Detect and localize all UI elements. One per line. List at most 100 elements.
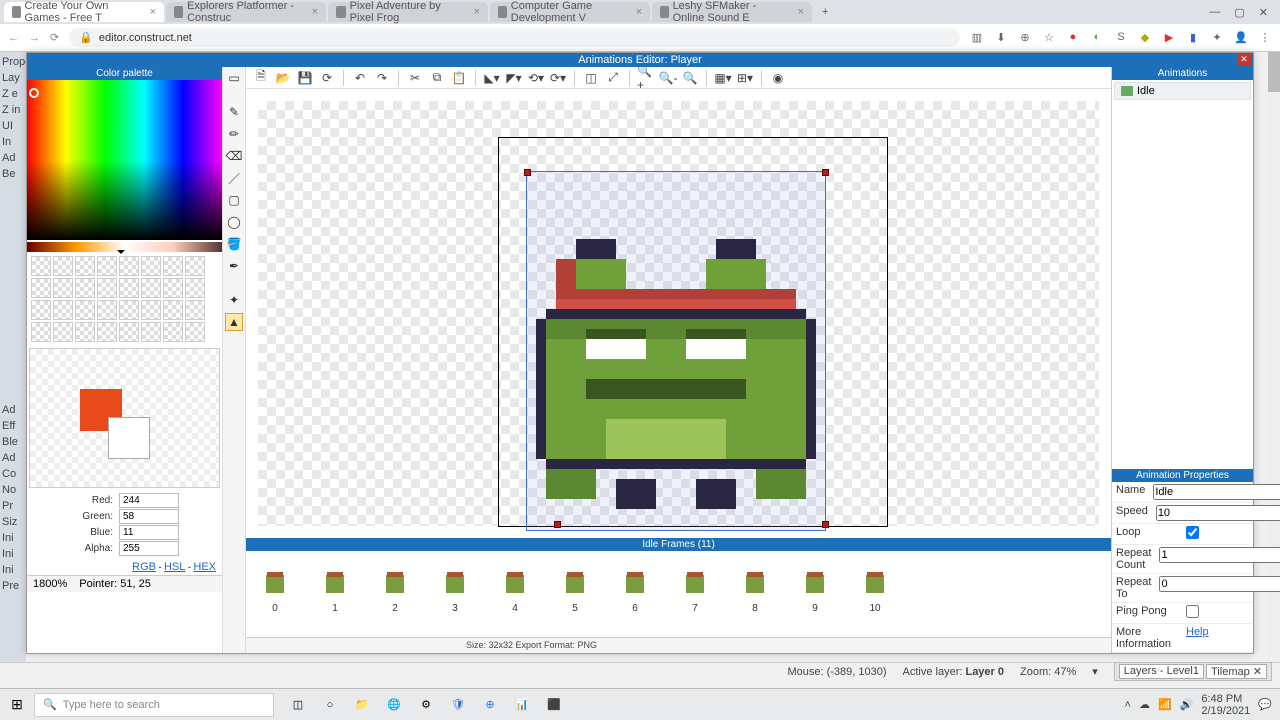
swatch[interactable] [97,300,117,320]
maximize-icon[interactable]: ▢ [1234,6,1244,19]
menu-icon[interactable]: ⋮ [1258,31,1272,44]
frame-cell[interactable]: 6 [626,575,644,614]
poly-handle[interactable] [524,169,531,176]
browser-tab[interactable]: Create Your Own Games - Free T× [4,2,164,22]
fill-icon[interactable]: 🪣 [225,235,243,253]
ext-icon[interactable]: ▶ [1162,31,1176,44]
swatch[interactable] [163,300,183,320]
ext-icon[interactable]: S [1114,31,1128,44]
swatch[interactable] [31,256,51,276]
close-icon[interactable]: × [474,6,480,18]
frame-cell[interactable]: 8 [746,575,764,614]
paste-icon[interactable]: 📋 [450,69,468,87]
swatch[interactable] [75,256,95,276]
panel-tab[interactable]: Tilemap ✕ [1206,664,1267,679]
flip-v-icon[interactable]: ◤▾ [505,69,523,87]
new-icon[interactable]: 🗎 [252,69,270,87]
anim-loop-checkbox[interactable] [1186,526,1199,539]
anim-speed-input[interactable] [1156,505,1280,521]
swatch[interactable] [75,278,95,298]
clock[interactable]: 6:48 PM2/19/2021 [1201,693,1250,717]
browser-tab[interactable]: Computer Game Development V× [490,2,650,22]
line-icon[interactable]: ／ [225,169,243,187]
volume-icon[interactable]: 🔊 [1180,698,1194,711]
anim-pingpong-checkbox[interactable] [1186,605,1199,618]
color-field[interactable] [27,80,222,240]
collision-polygon-icon[interactable]: ▲ [225,313,243,331]
swatch[interactable] [163,278,183,298]
frame-cell[interactable]: 5 [566,575,584,614]
frame-cell[interactable]: 9 [806,575,824,614]
zoom-out-icon[interactable]: 🔍- [659,69,677,87]
copy-icon[interactable]: ⧉ [428,69,446,87]
cut-icon[interactable]: ✂ [406,69,424,87]
poly-handle[interactable] [554,521,561,528]
swatch[interactable] [97,278,117,298]
app-icon[interactable]: ⬛ [544,695,564,715]
zoom-fit-icon[interactable]: 🔍 [681,69,699,87]
chrome-icon[interactable]: 🌐 [384,695,404,715]
reload-icon[interactable]: ⟳ [50,31,59,44]
origin-icon[interactable]: ✦ [225,291,243,309]
taskbar-search[interactable]: 🔍Type here to search [34,693,274,717]
frame-cell[interactable]: 2 [386,575,404,614]
close-icon[interactable]: × [636,6,642,18]
swatch[interactable] [141,300,161,320]
canvas[interactable] [246,89,1111,538]
swatch[interactable] [119,322,139,342]
pencil-icon[interactable]: ✎ [225,103,243,121]
red-input[interactable] [119,493,179,508]
ext-icon[interactable]: ⬇ [994,31,1008,44]
open-icon[interactable]: 📂 [274,69,292,87]
swatch[interactable] [31,300,51,320]
ext-icon[interactable]: ◆ [1138,31,1152,44]
swatch[interactable] [119,256,139,276]
frame-cell[interactable]: 4 [506,575,524,614]
app-icon[interactable]: ⚙ [416,695,436,715]
rotate-ccw-icon[interactable]: ⟲▾ [527,69,545,87]
anim-name-input[interactable] [1153,484,1280,500]
ext-icon[interactable]: ⊕ [1018,31,1032,44]
redo-icon[interactable]: ↷ [373,69,391,87]
notifications-icon[interactable]: 💬 [1258,698,1272,711]
minimize-icon[interactable]: — [1209,6,1220,19]
anim-repeatto-input[interactable] [1159,576,1280,592]
save-icon[interactable]: 💾 [296,69,314,87]
new-tab-button[interactable]: + [814,6,836,18]
swatch[interactable] [185,300,205,320]
app-icon[interactable]: 🛡 [448,695,468,715]
ext-icon[interactable]: ◐ [1090,31,1104,44]
swatch[interactable] [119,300,139,320]
swatch[interactable] [185,278,205,298]
swatch[interactable] [97,256,117,276]
rotate-cw-icon[interactable]: ⟳▾ [549,69,567,87]
close-icon[interactable]: × [798,6,804,18]
close-icon[interactable]: × [150,6,156,18]
panel-tab[interactable]: Layers - Level1 [1119,664,1204,679]
swatch[interactable] [75,300,95,320]
swatch[interactable] [53,278,73,298]
frame-cell[interactable]: 3 [446,575,464,614]
crop-icon[interactable]: ◫ [582,69,600,87]
swatch[interactable] [141,256,161,276]
poly-handle[interactable] [822,169,829,176]
start-button[interactable]: ⊞ [0,696,34,713]
alpha-input[interactable] [119,541,179,556]
swatch[interactable] [53,256,73,276]
swatch[interactable] [97,322,117,342]
frame-cell[interactable]: 1 [326,575,344,614]
ext-icon[interactable]: ▮ [1186,31,1200,44]
extensions-icon[interactable]: ✦ [1210,31,1224,44]
browser-tab[interactable]: Pixel Adventure by Pixel Frog× [328,2,488,22]
frame-cell[interactable]: 7 [686,575,704,614]
anim-repeatcount-input[interactable] [1159,547,1280,563]
flip-h-icon[interactable]: ◣▾ [483,69,501,87]
resize-icon[interactable]: ⤢ [604,69,622,87]
snap-icon[interactable]: ⊞▾ [736,69,754,87]
hex-mode-link[interactable]: HEX [193,561,216,573]
select-rect-icon[interactable]: ▭ [225,69,243,87]
undo-icon[interactable]: ↶ [351,69,369,87]
explorer-icon[interactable]: 📁 [352,695,372,715]
ext-icon[interactable]: ▥ [970,31,984,44]
close-icon[interactable]: × [312,6,318,18]
